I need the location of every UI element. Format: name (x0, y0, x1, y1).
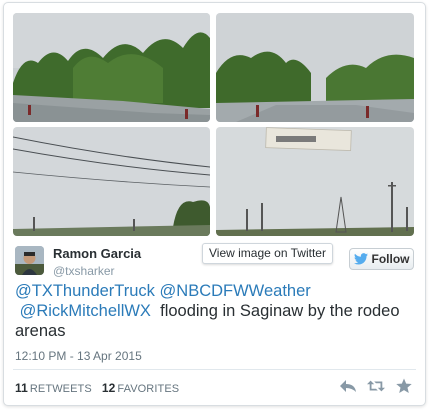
tweet-actions (339, 378, 413, 394)
tweet-text: @TXThunderTruck @NBCDFWWeather @RickMitc… (15, 281, 415, 341)
tweet-stats: 11 RETWEETS 12 FAVORITES (15, 381, 179, 395)
favorite-icon[interactable] (395, 378, 413, 394)
author-display-name[interactable]: Ramon Garcia (53, 246, 141, 261)
tweet-timestamp[interactable]: 12:10 PM - 13 Apr 2015 (15, 349, 142, 363)
tweet-photo-3[interactable] (13, 127, 210, 236)
mention-link[interactable]: @NBCDFWWeather (160, 282, 311, 300)
divider (13, 369, 416, 370)
tweet-photo-4[interactable] (216, 127, 414, 236)
retweet-icon[interactable] (367, 378, 385, 394)
tweet-card: Ramon Garcia @txsharker View image on Tw… (3, 2, 426, 406)
mention-link[interactable]: @TXThunderTruck (15, 282, 155, 300)
tweet-photo-1[interactable] (13, 13, 210, 122)
reply-icon[interactable] (339, 378, 357, 394)
favorites-label: FAVORITES (117, 383, 180, 395)
view-image-tooltip: View image on Twitter (202, 243, 333, 264)
retweets-label: RETWEETS (29, 383, 92, 395)
follow-label: Follow (371, 252, 410, 266)
follow-button[interactable]: Follow (349, 248, 414, 270)
author-screen-name[interactable]: @txsharker (53, 264, 115, 278)
retweets-count: 11 (15, 381, 28, 395)
favorites-count: 12 (101, 381, 116, 395)
retweets-stat[interactable]: 11 RETWEETS (15, 381, 92, 395)
avatar[interactable] (15, 246, 44, 275)
tweet-photo-2[interactable] (216, 13, 414, 122)
twitter-bird-icon (353, 253, 368, 265)
mention-link[interactable]: @RickMitchellWX (20, 302, 151, 320)
favorites-stat[interactable]: 12 FAVORITES (102, 381, 179, 395)
